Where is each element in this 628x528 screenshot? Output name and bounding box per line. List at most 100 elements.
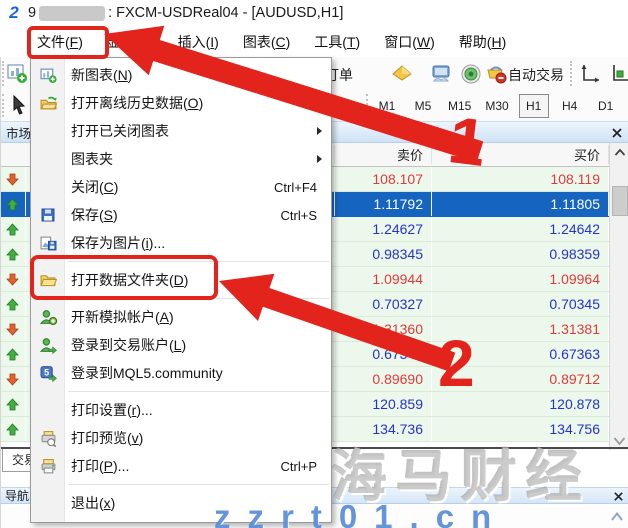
- submenu-arrow-icon: [317, 127, 322, 135]
- folder-open-arrow-icon: [31, 95, 65, 112]
- arrow-up-icon: [0, 217, 26, 241]
- cursor-icon[interactable]: [9, 94, 29, 116]
- file-menu-item-3[interactable]: 图表夹: [31, 145, 331, 173]
- buy-price: 0.89712: [432, 367, 609, 391]
- menu-item-label: 保存(S): [71, 205, 118, 225]
- menu-item-shortcut: Ctrl+P: [281, 459, 331, 474]
- file-menu-item-16[interactable]: 打印(P)... Ctrl+P: [31, 452, 331, 480]
- toolbar-separator: [570, 61, 572, 86]
- file-menu-item-1[interactable]: 打开离线历史数据(O): [31, 89, 331, 117]
- close-icon[interactable]: [611, 127, 623, 139]
- timeframe-m5[interactable]: M5: [408, 94, 438, 118]
- print-preview-icon: [31, 430, 65, 447]
- toolbar-drag-handle[interactable]: [2, 61, 4, 86]
- timeframe-h1[interactable]: H1: [519, 94, 549, 118]
- file-menu-item-2[interactable]: 打开已关闭图表: [31, 117, 331, 145]
- sell-column-header[interactable]: 卖价: [335, 145, 432, 164]
- scroll-up-icon[interactable]: [610, 511, 624, 522]
- sell-price: 0.98345: [335, 242, 432, 266]
- file-menu-item-14[interactable]: 打印设置(r)...: [31, 396, 331, 424]
- file-menu-item-18[interactable]: 退出(x): [31, 489, 331, 517]
- sell-price: 1.31360: [335, 317, 432, 341]
- menu-item-label: 保存为图片(i)...: [71, 233, 165, 253]
- menubar-item-2[interactable]: 插入(I): [174, 32, 223, 52]
- menubar-item-1[interactable]: 显示(V): [103, 32, 158, 52]
- menu-separator: [31, 294, 331, 303]
- close-icon[interactable]: [613, 491, 624, 502]
- menu-item-label: 登录到交易账户(L): [71, 335, 186, 355]
- timeframe-h4[interactable]: H4: [555, 94, 585, 118]
- sell-price: 0.70327: [335, 292, 432, 316]
- market-watch-scrollbar[interactable]: [609, 143, 628, 450]
- chart-add-icon: [31, 67, 65, 84]
- file-menu-item-8[interactable]: 打开数据文件夹(D): [31, 266, 331, 294]
- fixed-axis-icon[interactable]: [608, 62, 628, 86]
- sell-price: 0.89690: [335, 367, 432, 391]
- arrow-up-icon: [0, 292, 26, 316]
- arrow-down-icon: [0, 167, 26, 191]
- menu-item-label: 新图表(N): [71, 65, 132, 85]
- arrow-up-icon: [0, 242, 26, 266]
- metatrader-logo-icon: 2: [5, 4, 23, 22]
- toolbar-separator: [366, 94, 368, 117]
- title-bar: 2 9 : FXCM-USDReal04 - [AUDUSD,H1]: [0, 0, 628, 26]
- arrow-up-icon: [0, 342, 26, 366]
- sell-price: 1.24627: [335, 217, 432, 241]
- buy-price: 1.24642: [432, 217, 609, 241]
- timeframe-d1[interactable]: D1: [591, 94, 621, 118]
- buy-price: 1.31381: [432, 317, 609, 341]
- chevron-down-icon[interactable]: [347, 101, 359, 109]
- diamond-icon[interactable]: [391, 63, 413, 85]
- account-prefix: 9: [28, 5, 36, 21]
- file-menu-item-4[interactable]: 关闭(C)Ctrl+F4: [31, 173, 331, 201]
- news-icon[interactable]: [429, 62, 453, 86]
- autotrading-button[interactable]: 自动交易: [508, 65, 564, 85]
- menu-item-label: 打开数据文件夹(D): [71, 270, 188, 290]
- menu-item-label: 打印(P)...: [71, 456, 129, 476]
- arrow-down-icon: [0, 367, 26, 391]
- floppy-icon: [31, 207, 65, 223]
- menubar-item-5[interactable]: 窗口(W): [380, 32, 439, 52]
- timeframe-m15[interactable]: M15: [444, 94, 475, 118]
- user-login-icon: [31, 337, 65, 354]
- menubar-item-3[interactable]: 图表(C): [239, 32, 294, 52]
- file-menu-item-11[interactable]: 登录到交易账户(L): [31, 331, 331, 359]
- signals-icon[interactable]: [459, 62, 483, 86]
- menu-item-label: 关闭(C): [71, 177, 118, 197]
- menubar-item-6[interactable]: 帮助(H): [455, 32, 510, 52]
- menu-item-label: 退出(x): [71, 493, 115, 513]
- arrow-down-icon: [0, 267, 26, 291]
- scrollbar-thumb[interactable]: [612, 186, 628, 216]
- menu-separator: [31, 257, 331, 266]
- timeframe-m30[interactable]: M30: [481, 94, 512, 118]
- file-menu-item-15[interactable]: 打印预览(v): [31, 424, 331, 452]
- file-menu-item-5[interactable]: 保存(S)Ctrl+S: [31, 201, 331, 229]
- scroll-down-icon[interactable]: [613, 436, 626, 446]
- buy-price: 120.878: [432, 392, 609, 416]
- toolbar-drag-handle[interactable]: [2, 94, 4, 117]
- menu-item-label: 开新模拟帐户(A): [71, 307, 174, 327]
- file-menu-dropdown: 新图表(N)打开离线历史数据(O)打开已关闭图表图表夹关闭(C)Ctrl+F4保…: [30, 57, 332, 523]
- file-menu-item-0[interactable]: 新图表(N): [31, 61, 331, 89]
- window-title: : FXCM-USDReal04 - [AUDUSD,H1]: [108, 5, 343, 21]
- menubar-item-4[interactable]: 工具(T): [310, 32, 364, 52]
- timeframe-toolbar: M1M5M15M30H1H4D1W1: [372, 94, 628, 118]
- sell-price: 1.11792: [335, 192, 432, 216]
- buy-price: 0.67363: [432, 342, 609, 366]
- scale-axis-icon[interactable]: [578, 62, 602, 86]
- menu-item-label: 打开离线历史数据(O): [71, 93, 203, 113]
- new-chart-icon[interactable]: [6, 62, 28, 84]
- file-menu-item-12[interactable]: 5登录到MQL5.community: [31, 359, 331, 387]
- sell-price: 134.736: [335, 417, 432, 441]
- menubar-item-0[interactable]: 文件(F): [33, 32, 87, 52]
- timeframe-m1[interactable]: M1: [372, 94, 402, 118]
- arrow-down-icon: [0, 317, 26, 341]
- scroll-up-icon[interactable]: [614, 148, 626, 157]
- autotrading-icon[interactable]: [484, 62, 508, 86]
- file-menu-item-6[interactable]: 保存为图片(i)...: [31, 229, 331, 257]
- user-add-icon: [31, 309, 65, 326]
- file-menu-item-10[interactable]: 开新模拟帐户(A): [31, 303, 331, 331]
- menu-item-label: 打印预览(v): [71, 428, 143, 448]
- menu-item-label: 登录到MQL5.community: [71, 363, 223, 383]
- buy-column-header[interactable]: 买价: [432, 145, 609, 164]
